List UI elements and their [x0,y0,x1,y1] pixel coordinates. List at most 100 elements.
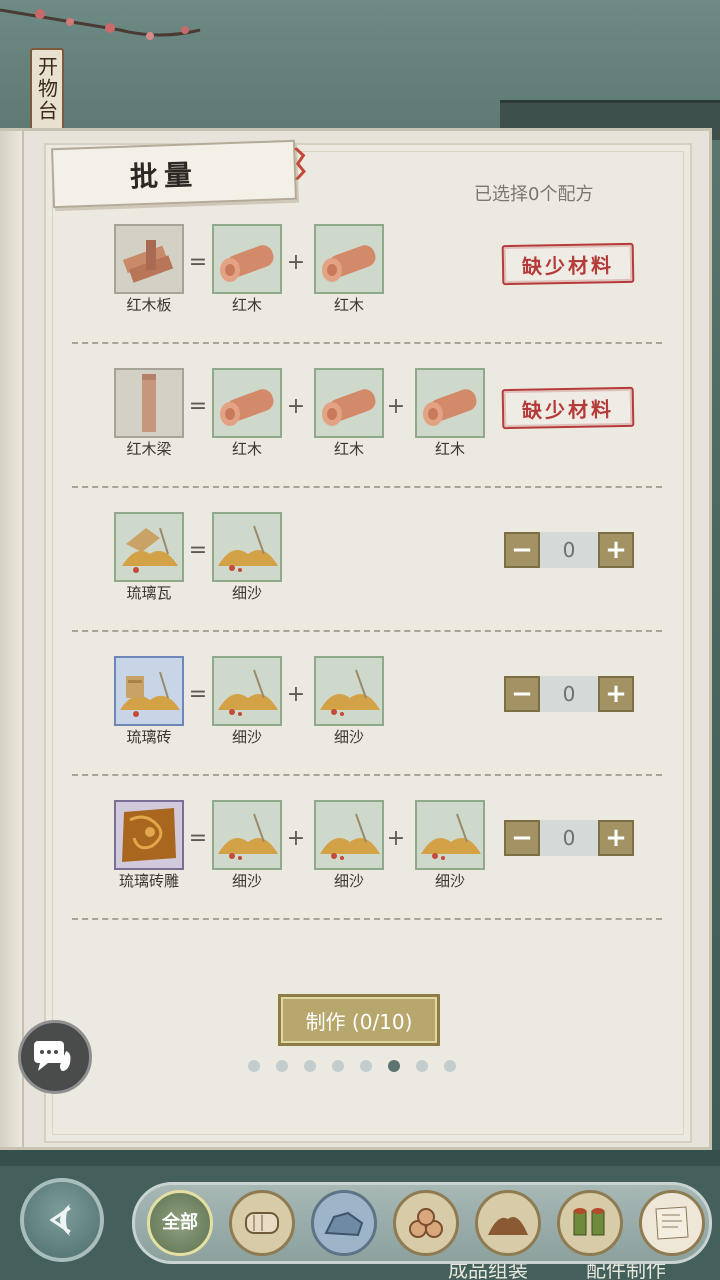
row-divider [72,774,662,776]
sand-icon [218,813,278,860]
ingredient-slot[interactable] [314,224,384,294]
product-slot[interactable] [114,368,184,438]
glazed-brick-icon [120,671,180,717]
product-label: 琉璃砖 [126,728,172,746]
decrease-button[interactable]: − [504,532,540,568]
category-tea[interactable] [557,1190,623,1256]
ingredient-label: 细沙 [333,872,364,890]
recipe-row: 琉璃砖雕 = 细沙 + 细沙 + 细沙 − 0 + [72,798,662,942]
recipe-row: 琉璃砖 = 细沙 + 细沙 − 0 + [72,654,662,798]
hanging-sign: 开物台 [30,48,64,138]
wood-pile-icon [409,1208,443,1238]
ingredient-label: 红木 [333,440,364,458]
sand-icon [218,669,278,716]
quantity-value: 0 [540,532,598,568]
category-all-label: 全部 [162,1212,198,1233]
ingredient-slot[interactable] [212,224,282,294]
ingredient-slot[interactable] [212,800,282,870]
log-icon [322,389,376,426]
pagination-dot[interactable] [360,1060,372,1072]
category-scroll[interactable] [639,1190,705,1256]
product-label: 琉璃砖雕 [118,872,179,890]
missing-materials-stamp: 缺少材料 [501,386,635,430]
ingredient-label: 细沙 [231,872,262,890]
product-slot[interactable] [114,224,184,294]
ingredient-label: 红木 [231,440,262,458]
pagination-dot[interactable] [248,1060,260,1072]
row-divider [72,342,662,344]
ingredient-slot[interactable] [212,656,282,726]
product-label: 琉璃瓦 [126,584,172,602]
recipe-row: 红木梁 = 红木 + 红木 + 红木 缺少材料 [72,366,662,510]
category-wood[interactable] [393,1190,459,1256]
sand-icon [421,813,481,860]
recipe-row: 红木板 = 红木 + 红木 缺少材料 [72,222,662,366]
row-divider [72,918,662,920]
book-spine [0,131,24,1147]
increase-button[interactable]: + [598,820,634,856]
ingredient-slot[interactable] [415,368,485,438]
pagination-dot[interactable] [332,1060,344,1072]
selected-count: 已选择0个配方 [474,184,594,205]
ingredient-slot[interactable] [314,800,384,870]
product-slot[interactable] [114,800,184,870]
product-slot[interactable] [114,656,184,726]
pagination-dot[interactable] [388,1060,400,1072]
log-icon [245,1212,279,1234]
log-icon [220,245,274,282]
equals-sign: = [188,394,208,419]
sand-icon [218,525,278,572]
background-scenery [0,0,720,140]
ingredient-slot[interactable] [212,512,282,582]
wood-beam-icon [142,374,156,432]
equals-sign: = [188,682,208,707]
quantity-value: 0 [540,820,598,856]
category-log[interactable] [229,1190,295,1256]
row-divider [72,486,662,488]
category-bar: 全部 [132,1182,712,1264]
chat-bubble-icon [34,1041,71,1071]
ingredient-slot[interactable] [314,656,384,726]
pagination-dot[interactable] [444,1060,456,1072]
ingredient-slot[interactable] [314,368,384,438]
decrease-button[interactable]: − [504,676,540,712]
ingredient-label: 红木 [333,296,364,314]
category-stone[interactable] [311,1190,377,1256]
pagination-dot[interactable] [304,1060,316,1072]
sand-icon [320,813,380,860]
increase-button[interactable]: + [598,532,634,568]
ingredient-label: 红木 [434,440,465,458]
log-icon [220,389,274,426]
quantity-stepper: − 0 + [504,532,634,568]
ingredient-label: 细沙 [434,872,465,890]
ribbon-icon [294,147,306,180]
ingredient-label: 细沙 [333,728,364,746]
quantity-value: 0 [540,676,598,712]
chat-button[interactable] [18,1020,92,1094]
ingredient-slot[interactable] [212,368,282,438]
product-slot[interactable] [114,512,184,582]
equals-sign: = [188,250,208,275]
glazed-tile-icon [122,527,178,573]
pagination-dot[interactable] [416,1060,428,1072]
tea-cups-icon [573,1208,605,1236]
increase-button[interactable]: + [598,676,634,712]
plus-sign: + [286,250,306,275]
category-all[interactable]: 全部 [147,1190,213,1256]
scroll-icon [655,1206,689,1240]
pagination-dot[interactable] [276,1060,288,1072]
plus-sign: + [386,826,406,851]
page-title: 批量 [129,158,199,194]
decrease-button[interactable]: − [504,820,540,856]
stone-icon [324,1211,364,1237]
make-button[interactable]: 制作 (0/10) [278,994,440,1046]
back-arrow-icon [49,1204,71,1236]
category-soil[interactable] [475,1190,541,1256]
quantity-stepper: − 0 + [504,820,634,856]
back-button[interactable] [20,1178,104,1262]
plus-sign: + [286,394,306,419]
product-label: 红木板 [126,296,172,314]
pagination-dots [248,1060,468,1074]
ingredient-slot[interactable] [415,800,485,870]
log-icon [322,245,376,282]
